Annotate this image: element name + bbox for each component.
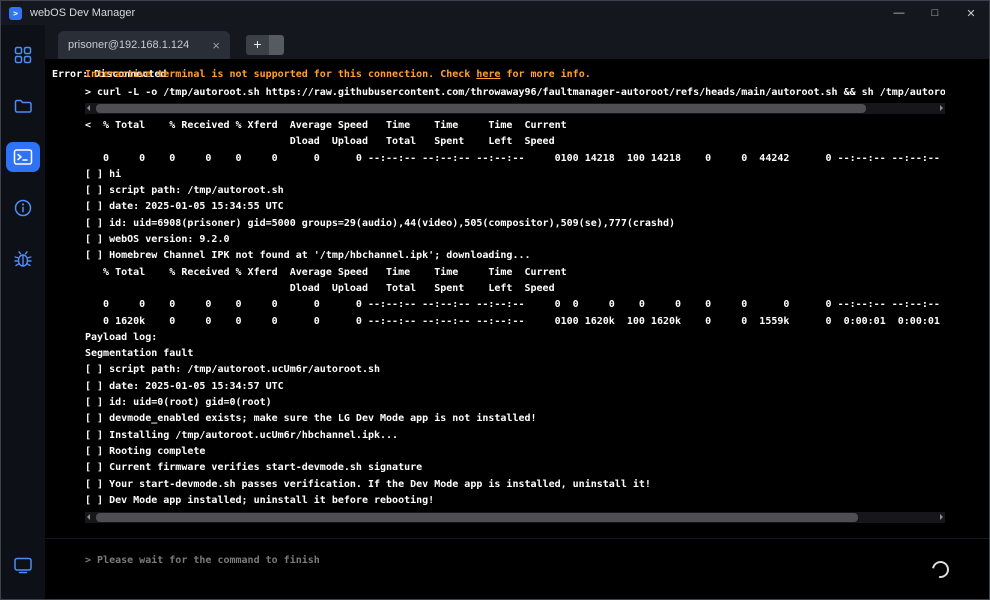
warning-prefix: Interactive terminal is not supported fo…: [85, 69, 476, 80]
terminal-line: [ ] script path: /tmp/autoroot.ucUm6r/au…: [85, 362, 945, 378]
more-info-link[interactable]: here: [476, 69, 500, 80]
command-status-bar: > Please wait for the command to finish: [45, 538, 989, 599]
scroll-left-arrow-icon[interactable]: [87, 105, 90, 111]
main-panel: prisoner@192.168.1.124 × + Error: Discon…: [45, 25, 989, 599]
tab-label: prisoner@192.168.1.124: [68, 39, 189, 51]
tv-icon: [13, 555, 33, 575]
terminal-icon: [6, 142, 40, 172]
terminal-line: [ ] hi: [85, 167, 945, 183]
terminal-line: 0 0 0 0 0 0 0 0 --:--:-- --:--:-- --:--:…: [85, 297, 945, 313]
info-icon: [13, 198, 33, 218]
terminal-line: [ ] date: 2025-01-05 15:34:57 UTC: [85, 379, 945, 395]
terminal-line: Dload Upload Total Spent Left Speed: [85, 281, 945, 297]
app-title: webOS Dev Manager: [30, 7, 135, 19]
sidebar-item-debug[interactable]: [3, 239, 43, 279]
app-icon: >: [9, 7, 22, 20]
sidebar: [1, 25, 45, 599]
folder-icon: [13, 96, 33, 116]
tab-close-icon[interactable]: ×: [212, 39, 220, 52]
terminal-line: [ ] Homebrew Channel IPK not found at '/…: [85, 248, 945, 264]
sidebar-item-info[interactable]: [3, 188, 43, 228]
window-controls: — □ ✕: [881, 1, 989, 25]
terminal-line: [ ] devmode_enabled exists; make sure th…: [85, 411, 945, 427]
window-minimize-button[interactable]: —: [881, 1, 917, 25]
plus-icon[interactable]: +: [246, 35, 269, 55]
window-close-button[interactable]: ✕: [953, 1, 989, 25]
terminal-line: 0 1620k 0 0 0 0 0 0 --:--:-- --:--:-- --…: [85, 314, 945, 330]
new-tab-button[interactable]: +: [246, 35, 284, 55]
sidebar-item-apps[interactable]: [3, 35, 43, 75]
terminal-line: [ ] date: 2025-01-05 15:34:55 UTC: [85, 199, 945, 215]
terminal-line: [ ] Your start-devmode.sh passes verific…: [85, 477, 945, 493]
scroll-right-arrow-icon[interactable]: [940, 105, 943, 111]
terminal-line: [ ] Rooting complete: [85, 444, 945, 460]
scroll-left-arrow-icon[interactable]: [87, 514, 90, 520]
terminal-line: 0 0 0 0 0 0 0 0 --:--:-- --:--:-- --:--:…: [85, 151, 945, 167]
terminal-line: [ ] id: uid=0(root) gid=0(root): [85, 395, 945, 411]
notice-row: Error: Disconnected Interactive terminal…: [52, 69, 989, 83]
sidebar-item-files[interactable]: [3, 86, 43, 126]
terminal-viewport: > curl -L -o /tmp/autoroot.sh https://ra…: [85, 87, 945, 523]
sidebar-item-device[interactable]: [3, 545, 43, 585]
terminal-line: [ ] Installing /tmp/autoroot.ucUm6r/hbch…: [85, 428, 945, 444]
terminal-line: [ ] script path: /tmp/autoroot.sh: [85, 183, 945, 199]
scrollbar-thumb[interactable]: [96, 104, 866, 113]
warning-suffix: for more info.: [500, 69, 590, 80]
app-window: > webOS Dev Manager — □ ✕: [0, 0, 990, 600]
new-tab-dropdown[interactable]: [269, 35, 284, 55]
tabbar: prisoner@192.168.1.124 × +: [45, 25, 989, 59]
terminal-line: [ ] Dev Mode app installed; uninstall it…: [85, 493, 945, 509]
horizontal-scrollbar-bottom[interactable]: [85, 512, 945, 523]
terminal-line: Payload log:: [85, 330, 945, 346]
terminal-command: > curl -L -o /tmp/autoroot.sh https://ra…: [85, 87, 945, 100]
bug-icon: [13, 249, 33, 269]
scroll-right-arrow-icon[interactable]: [940, 514, 943, 520]
titlebar: > webOS Dev Manager — □ ✕: [1, 1, 989, 25]
terminal-line: [ ] webOS version: 9.2.0: [85, 232, 945, 248]
terminal-line: Segmentation fault: [85, 346, 945, 362]
terminal-warning: Interactive terminal is not supported fo…: [85, 69, 591, 80]
sidebar-item-terminal[interactable]: [3, 137, 43, 177]
status-message: > Please wait for the command to finish: [85, 539, 989, 566]
terminal-line: % Total % Received % Xferd Average Speed…: [85, 265, 945, 281]
terminal-line: < % Total % Received % Xferd Average Spe…: [85, 118, 945, 134]
terminal-line: Dload Upload Total Spent Left Speed: [85, 134, 945, 150]
terminal-line: [ ] Current firmware verifies start-devm…: [85, 460, 945, 476]
tab-session[interactable]: prisoner@192.168.1.124 ×: [58, 31, 230, 59]
apps-grid-icon: [13, 45, 33, 65]
terminal-panel: Error: Disconnected Interactive terminal…: [45, 59, 989, 599]
terminal-line: [ ] id: uid=6908(prisoner) gid=5000 grou…: [85, 216, 945, 232]
horizontal-scrollbar-top[interactable]: [85, 103, 945, 114]
scrollbar-thumb[interactable]: [96, 513, 858, 522]
terminal-output: < % Total % Received % Xferd Average Spe…: [85, 118, 945, 509]
window-maximize-button[interactable]: □: [917, 1, 953, 25]
